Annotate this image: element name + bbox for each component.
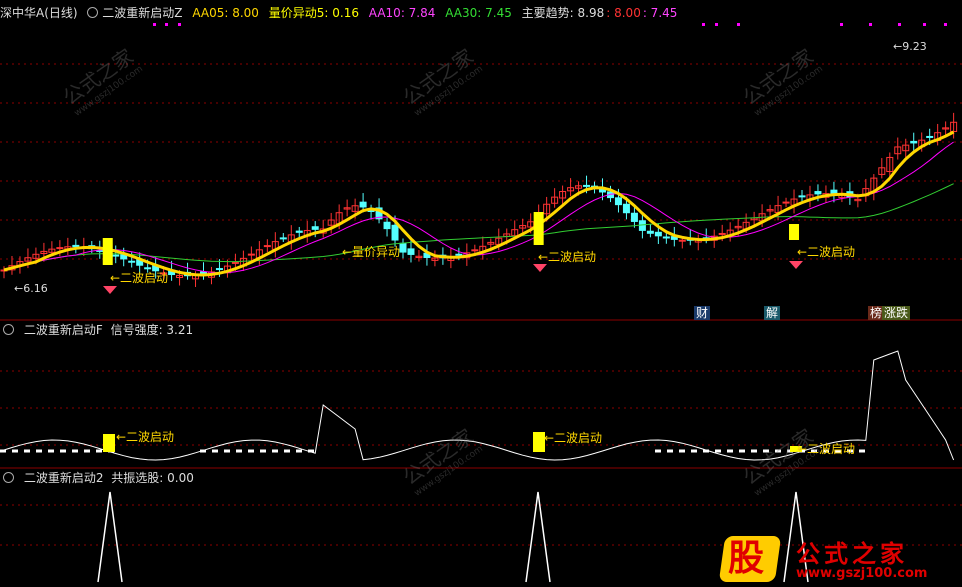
sub1-indicator-name[interactable]: 二波重新启动F (24, 323, 103, 337)
candle-body (359, 201, 367, 208)
candle-body (128, 260, 136, 263)
main-panel-header: 深中华A(日线) 二波重新启动Z AA05: 8.00 量价异动5: 0.16 … (0, 5, 683, 21)
candle-body (391, 224, 399, 241)
chart-canvas (0, 23, 962, 583)
candle-body (646, 230, 654, 234)
site-logo: 股 公式之家 www.gszj100.com (718, 532, 962, 587)
signal-strength: 信号强度: 3.21 (110, 323, 194, 337)
high-price-label: ←9.23 (893, 40, 927, 53)
tag-jie[interactable]: 解 (764, 306, 781, 320)
candle-body (407, 248, 415, 255)
low-price-value: 6.16 (23, 282, 48, 295)
candle-body (383, 221, 391, 230)
candle-body (678, 239, 686, 242)
tag-zhangdie[interactable]: 涨跌 (882, 306, 911, 320)
sub1-settings-icon[interactable] (3, 324, 14, 335)
signal-dot (869, 23, 872, 26)
sub2-indicator-name[interactable]: 二波重新启动2 (24, 471, 104, 485)
candle-body (910, 140, 918, 144)
trend-value-magenta: : 7.45 (642, 6, 678, 20)
launch-bar (789, 224, 800, 240)
indicator-name[interactable]: 二波重新启动Z (102, 6, 182, 20)
candle-body (231, 261, 239, 264)
signal-dot (715, 23, 718, 26)
candle-body (718, 232, 726, 235)
logo-char: 股 (728, 538, 765, 579)
candle-body (662, 236, 670, 239)
signal-dot (898, 23, 901, 26)
diamond-icon (789, 261, 803, 269)
signal-dot (923, 23, 926, 26)
diamond-icon (103, 286, 117, 294)
candle-body (583, 184, 591, 187)
logo-title: 公式之家 (796, 540, 908, 568)
tag-cai[interactable]: 财 (694, 306, 711, 320)
aa10-value: AA10: 7.84 (368, 6, 436, 20)
candle-body (215, 268, 223, 271)
signal-dot (178, 23, 181, 26)
candle-body (614, 197, 622, 206)
low-price-label: ←6.16 (14, 282, 48, 295)
candle-body (112, 254, 120, 257)
launch-bar (102, 238, 113, 265)
sub1-panel-header: 二波重新启动F 信号强度: 3.21 (0, 322, 199, 338)
candle-body (622, 203, 630, 214)
volume-anomaly-label: ←量价异动 (342, 245, 401, 259)
candle-body (311, 226, 319, 230)
signal-dot (840, 23, 843, 26)
trend-value: 主要趋势: 8.98 (521, 6, 605, 20)
launch-bar (533, 212, 544, 245)
candle-body (279, 237, 287, 240)
signal-dot (702, 23, 705, 26)
candle-body (798, 195, 806, 198)
candle-body (72, 244, 80, 248)
aa05-value: AA05: 8.00 (192, 6, 259, 20)
period-label[interactable]: (日线) (44, 6, 77, 20)
settings-icon[interactable] (87, 7, 99, 18)
sub2-panel-header: 二波重新启动2 共振选股: 0.00 (0, 470, 200, 486)
sub1-launch-label-1: ←二波启动 (116, 430, 175, 444)
signal-dot (153, 23, 156, 26)
sub2-settings-icon[interactable] (3, 472, 14, 483)
candle-body (455, 253, 463, 256)
candle-body (295, 230, 303, 233)
candle-body (654, 231, 662, 237)
liangjia-value: 量价异动5: 0.16 (268, 6, 359, 20)
signal-dot (737, 23, 740, 26)
trend-value-red: : 8.00 (606, 6, 641, 20)
sub1-launch-bar (103, 434, 115, 452)
candle-body (56, 247, 64, 250)
candle-body (926, 135, 934, 138)
candle-body (247, 253, 255, 256)
launch-label-3: ←二波启动 (797, 245, 856, 259)
high-price-value: 9.23 (902, 40, 927, 53)
candle-body (263, 245, 271, 248)
candle-body (630, 212, 638, 222)
logo-url: www.gszj100.com (796, 566, 928, 581)
common-selection: 共振选股: 0.00 (111, 471, 194, 485)
stock-name[interactable]: 深中华A (0, 6, 44, 20)
signal-dot (944, 23, 947, 26)
signal-dot (165, 23, 168, 26)
candle-body (471, 249, 479, 252)
low-price-arrow: ← (14, 282, 24, 295)
aa30-value: AA30: 7.45 (445, 6, 512, 20)
candle-body (399, 242, 407, 253)
sub1-launch-label-2: ←二波启动 (544, 431, 603, 445)
launch-label-1: ←二波启动 (110, 271, 169, 285)
high-price-arrow: ← (893, 40, 903, 53)
candle-body (814, 191, 822, 195)
diamond-icon (533, 264, 547, 272)
candle-body (782, 201, 790, 204)
launch-label-2: ←二波启动 (538, 250, 597, 264)
